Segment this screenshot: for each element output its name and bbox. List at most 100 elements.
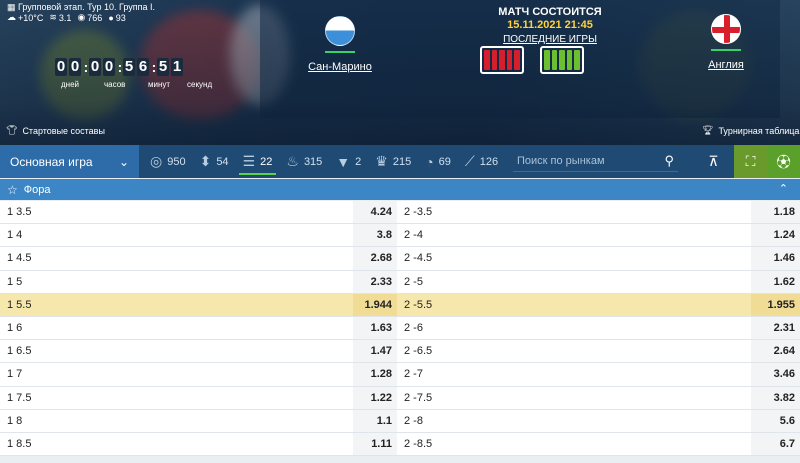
home-team-name[interactable]: Сан-Марино (300, 61, 380, 73)
home-handicap-odds[interactable]: 2.68 (353, 247, 397, 270)
search-input[interactable]: Поиск по рынкам (517, 155, 605, 167)
home-handicap-odds[interactable]: 1.47 (353, 340, 397, 363)
away-handicap-label: 2 -6.5 (404, 345, 433, 358)
search-icon[interactable]: ⚲ (664, 153, 674, 169)
match-info: МАТЧ СОСТОИТСЯ 15.11.2021 21:45 ПОСЛЕДНИ… (470, 6, 630, 45)
bars-icon: ☰ (242, 153, 256, 169)
away-handicap-odds[interactable]: 6.7 (751, 432, 800, 456)
countdown-timer: 0 0 : 0 0 : 5 6 : 5 1 (55, 58, 185, 76)
away-handicap-odds[interactable]: 1.62 (751, 270, 800, 293)
table-row: 1 8 1.1 2 -8 5.6 (0, 409, 800, 433)
away-handicap-odds[interactable]: 1.955 (751, 293, 800, 316)
humidity-icon: ● (108, 12, 114, 23)
filter-all[interactable]: ◎ 950 (143, 145, 193, 178)
away-handicap-label: 2 -8.5 (404, 437, 433, 450)
last-games-link[interactable]: ПОСЛЕДНИЕ ИГРЫ (470, 34, 630, 45)
collapse-markets-button[interactable]: ⊼ (697, 145, 730, 178)
away-handicap-odds[interactable]: 2.64 (751, 340, 800, 363)
timer-label-minutes: минут (148, 80, 171, 89)
timer-label-seconds: секунд (187, 80, 213, 89)
home-handicap-label: 1 7.5 (7, 391, 32, 404)
market-search[interactable]: Поиск по рынкам ⚲ (513, 150, 678, 172)
stage-text: Групповой этап. Тур 10. Группа I. (18, 2, 155, 12)
updown-arrows-icon: ⬍ (199, 153, 212, 169)
field-view-button[interactable]: ⛶ (734, 145, 767, 178)
home-form-indicator[interactable] (480, 46, 524, 74)
away-team[interactable]: Англия (690, 14, 762, 71)
filter-time[interactable]: ◔ 69 (418, 145, 458, 178)
timer-icon: ◔ (425, 153, 434, 170)
filter-popular[interactable]: ♨ 315 (279, 145, 329, 178)
player-view-button[interactable]: ⚽︎ (767, 145, 800, 178)
timer-label-hours: часов (104, 80, 126, 89)
lineups-link[interactable]: 👕︎ Стартовые составы (6, 125, 105, 136)
home-handicap-label: 1 6.5 (7, 345, 32, 358)
table-row: 1 8.5 1.11 2 -8.5 6.7 (0, 432, 800, 457)
home-handicap-label: 1 5 (7, 275, 23, 288)
away-team-indicator (711, 49, 741, 51)
fire-icon: ♨ (286, 153, 299, 169)
filter-count: 2 (355, 155, 362, 168)
home-team-indicator (325, 51, 355, 53)
timer-digit: 0 (89, 58, 101, 76)
pressure-value: 766 (87, 12, 103, 23)
market-group-select[interactable]: Основная игра ⌄ (0, 145, 139, 178)
away-handicap-label: 2 -8 (404, 414, 423, 427)
timer-digit: 1 (171, 58, 183, 76)
filter-totals[interactable]: ⬍ 54 (193, 145, 236, 178)
trophy-icon: 🏆︎ (702, 125, 714, 135)
chevron-up-icon[interactable]: ⌃ (779, 182, 788, 195)
timer-digit: 5 (157, 58, 169, 76)
away-handicap-odds[interactable]: 1.18 (751, 201, 800, 224)
home-handicap-odds[interactable]: 1.944 (353, 293, 397, 316)
table-row: 1 7 1.28 2 -7 3.46 (0, 363, 800, 387)
away-form-indicator[interactable] (540, 46, 584, 74)
home-handicap-odds[interactable]: 1.63 (353, 316, 397, 340)
away-handicap-odds[interactable]: 5.6 (751, 409, 800, 432)
away-handicap-odds[interactable]: 1.46 (751, 247, 800, 270)
match-status: МАТЧ СОСТОИТСЯ (498, 6, 602, 18)
star-icon[interactable]: ☆ (7, 183, 18, 197)
home-handicap-odds[interactable]: 1.1 (353, 409, 397, 432)
away-handicap-odds[interactable]: 1.24 (751, 224, 800, 247)
market-section-header[interactable]: ☆ Фора ⌃ (0, 179, 800, 200)
lineups-label: Стартовые составы (22, 125, 105, 136)
away-handicap-label: 2 -6 (404, 322, 423, 335)
humidity-value: 93 (115, 12, 126, 23)
home-handicap-odds[interactable]: 1.28 (353, 363, 397, 386)
shirt-icon: 👕︎ (6, 125, 18, 135)
away-handicap-label: 2 -7.5 (404, 391, 433, 404)
filter-players[interactable]: ▼ 2 (329, 145, 368, 178)
home-handicap-odds[interactable]: 1.22 (353, 386, 397, 409)
weather-info: ☁ +10°C ≋ 3.1 ◉ 766 ● 93 (7, 12, 126, 23)
away-handicap-odds[interactable]: 3.82 (751, 386, 800, 409)
san-marino-flag-icon (325, 16, 355, 46)
away-team-name[interactable]: Англия (690, 59, 762, 71)
home-handicap-label: 1 8 (7, 414, 23, 427)
shirt-icon: ▼ (336, 153, 351, 170)
timer-digit: 6 (137, 58, 149, 76)
home-handicap-odds[interactable]: 2.33 (353, 270, 397, 293)
filter-results[interactable]: ♛ 215 (368, 145, 418, 178)
target-icon: ◎ (150, 153, 163, 169)
home-handicap-odds[interactable]: 3.8 (353, 224, 397, 247)
away-handicap-odds[interactable]: 3.46 (751, 363, 800, 386)
home-handicap-odds[interactable]: 1.11 (353, 432, 397, 456)
away-handicap-label: 2 -5.5 (404, 298, 433, 311)
filter-count: 126 (479, 155, 499, 168)
trophy-icon: ♛ (375, 153, 388, 169)
wind-icon: ≋ (49, 12, 57, 22)
filter-count: 22 (260, 155, 273, 168)
away-handicap-odds[interactable]: 2.31 (751, 316, 800, 340)
timer-digit: 0 (55, 58, 67, 76)
filter-handicaps[interactable]: ☰ 22 (236, 145, 280, 178)
home-handicap-label: 1 3.5 (7, 206, 32, 219)
table-row: 1 3.5 4.24 2 -3.5 1.18 (0, 201, 800, 225)
table-row: 1 4.5 2.68 2 -4.5 1.46 (0, 247, 800, 271)
home-handicap-odds[interactable]: 4.24 (353, 201, 397, 224)
filter-specials[interactable]: ⟋ 126 (458, 145, 505, 178)
home-team[interactable]: Сан-Марино (300, 16, 380, 73)
england-flag-icon (711, 14, 741, 44)
standings-link[interactable]: 🏆︎ Турнирная таблица (702, 125, 799, 136)
filter-count: 215 (392, 155, 412, 168)
